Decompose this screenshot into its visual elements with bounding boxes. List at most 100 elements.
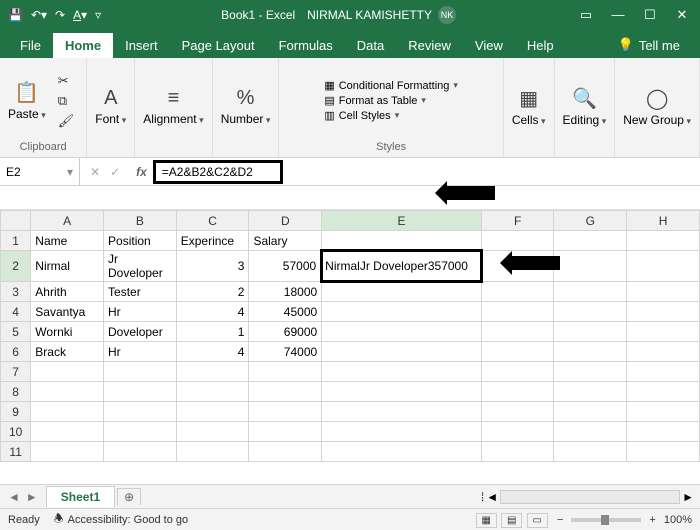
row-header-4[interactable]: 4 <box>1 302 31 322</box>
cell-C3[interactable]: 2 <box>176 282 249 302</box>
col-header-G[interactable]: G <box>554 211 627 231</box>
row-header-3[interactable]: 3 <box>1 282 31 302</box>
copy-icon[interactable]: ⧉ <box>58 93 75 109</box>
normal-view-icon[interactable]: ▦ <box>476 513 497 528</box>
row-header-5[interactable]: 5 <box>1 322 31 342</box>
format-painter-icon[interactable]: 🖌 <box>58 113 75 129</box>
row-header-1[interactable]: 1 <box>1 231 31 251</box>
sheet-nav-prev-icon[interactable]: ◄ <box>8 490 20 504</box>
user-initials-badge[interactable]: NK <box>438 6 456 24</box>
cancel-formula-icon[interactable]: ✕ <box>90 165 100 179</box>
cell-C6[interactable]: 4 <box>176 342 249 362</box>
zoom-out-icon[interactable]: − <box>557 514 563 526</box>
workbook-title: Book1 - Excel <box>221 8 307 22</box>
new-group-button[interactable]: ◯ New Group <box>623 86 691 127</box>
zoom-in-icon[interactable]: + <box>649 514 655 526</box>
undo-icon[interactable]: ↶▾ <box>31 8 47 22</box>
scroll-right-icon[interactable]: ► <box>682 490 694 504</box>
cell-B3[interactable]: Tester <box>104 282 177 302</box>
zoom-level[interactable]: 100% <box>664 514 692 526</box>
cells-icon: ▦ <box>519 86 538 111</box>
enter-formula-icon[interactable]: ✓ <box>110 165 120 179</box>
scroll-left-icon[interactable]: ◄ <box>486 490 498 504</box>
sheet-tab-1[interactable]: Sheet1 <box>46 486 115 507</box>
row-header-2[interactable]: 2 <box>1 251 31 282</box>
tab-home[interactable]: Home <box>53 33 113 58</box>
col-header-F[interactable]: F <box>481 211 554 231</box>
conditional-formatting[interactable]: ▦Conditional Formatting <box>324 79 458 92</box>
cell-B5[interactable]: Doveloper <box>104 322 177 342</box>
tab-review[interactable]: Review <box>396 33 463 58</box>
tab-help[interactable]: Help <box>515 33 566 58</box>
number-button[interactable]: % Number <box>221 87 271 126</box>
tab-file[interactable]: File <box>8 33 53 58</box>
cell-B4[interactable]: Hr <box>104 302 177 322</box>
paste-button[interactable]: 📋 Paste <box>8 80 46 121</box>
cell-C4[interactable]: 4 <box>176 302 249 322</box>
cell-A4[interactable]: Savantya <box>31 302 104 322</box>
tab-formulas[interactable]: Formulas <box>267 33 345 58</box>
cell-styles[interactable]: ▥Cell Styles <box>324 109 399 122</box>
minimize-icon[interactable]: — <box>608 7 628 23</box>
cell-D2[interactable]: 57000 <box>249 251 322 282</box>
cell-D4[interactable]: 45000 <box>249 302 322 322</box>
tab-insert[interactable]: Insert <box>113 33 170 58</box>
cell-B6[interactable]: Hr <box>104 342 177 362</box>
page-break-view-icon[interactable]: ▭ <box>527 513 548 528</box>
annotation-arrow-formula <box>445 186 495 200</box>
cut-icon[interactable]: ✂ <box>58 73 75 89</box>
cell-A1[interactable]: Name <box>31 231 104 251</box>
col-header-A[interactable]: A <box>31 211 104 231</box>
ribbon-options-icon[interactable]: ▭ <box>576 7 596 23</box>
page-layout-view-icon[interactable]: ▤ <box>501 513 522 528</box>
accessibility-status[interactable]: 🕭Accessibility: Good to go <box>54 510 188 529</box>
cell-C5[interactable]: 1 <box>176 322 249 342</box>
save-icon[interactable]: 💾 <box>8 8 23 22</box>
col-header-B[interactable]: B <box>104 211 177 231</box>
cell-E1[interactable] <box>322 231 482 251</box>
cell-A2[interactable]: Nirmal <box>31 251 104 282</box>
col-header-D[interactable]: D <box>249 211 322 231</box>
alignment-button[interactable]: ≡ Alignment <box>143 87 203 126</box>
zoom-slider[interactable] <box>571 518 641 522</box>
row-header-6[interactable]: 6 <box>1 342 31 362</box>
col-header-E[interactable]: E <box>322 211 482 231</box>
cell-A5[interactable]: Wornki <box>31 322 104 342</box>
editing-button[interactable]: 🔍 Editing <box>563 86 607 127</box>
cell-C1[interactable]: Experince <box>176 231 249 251</box>
col-header-H[interactable]: H <box>627 211 700 231</box>
fx-icon[interactable]: fx <box>130 165 153 179</box>
sheet-tabs: ◄► Sheet1 ⊕ ⁞ ◄ ► <box>0 484 700 508</box>
font-underline-icon[interactable]: A▾ <box>73 8 87 22</box>
tab-data[interactable]: Data <box>345 33 396 58</box>
add-sheet-button[interactable]: ⊕ <box>117 488 141 505</box>
cell-A6[interactable]: Brack <box>31 342 104 362</box>
spreadsheet-grid[interactable]: A B C D E F G H 1 Name Position Experinc… <box>0 210 700 462</box>
tell-me[interactable]: 💡Tell me <box>608 32 690 58</box>
qa-dropdown-icon[interactable]: ▿ <box>95 8 101 22</box>
col-header-C[interactable]: C <box>176 211 249 231</box>
formula-bar: E2▾ ✕ ✓ fx =A2&B2&C2&D2 <box>0 158 700 186</box>
horizontal-scrollbar[interactable] <box>500 490 680 504</box>
cell-D3[interactable]: 18000 <box>249 282 322 302</box>
sheet-nav-next-icon[interactable]: ► <box>26 490 38 504</box>
tab-page-layout[interactable]: Page Layout <box>170 33 267 58</box>
redo-icon[interactable]: ↷ <box>55 8 65 22</box>
maximize-icon[interactable]: ☐ <box>640 7 660 23</box>
cells-button[interactable]: ▦ Cells <box>512 86 546 127</box>
select-all-corner[interactable] <box>1 211 31 231</box>
cell-D6[interactable]: 74000 <box>249 342 322 362</box>
font-button[interactable]: A Font <box>95 87 126 126</box>
formula-input[interactable]: =A2&B2&C2&D2 <box>153 160 283 184</box>
cell-B1[interactable]: Position <box>104 231 177 251</box>
cell-B2[interactable]: Jr Doveloper <box>104 251 177 282</box>
tab-view[interactable]: View <box>463 33 515 58</box>
cell-E2-selected[interactable]: NirmalJr Doveloper357000 <box>322 251 482 282</box>
format-as-table[interactable]: ▤Format as Table <box>324 94 426 107</box>
name-box[interactable]: E2▾ <box>0 158 80 185</box>
cell-D5[interactable]: 69000 <box>249 322 322 342</box>
close-icon[interactable]: ✕ <box>672 7 692 23</box>
cell-C2[interactable]: 3 <box>176 251 249 282</box>
cell-A3[interactable]: Ahrith <box>31 282 104 302</box>
cell-D1[interactable]: Salary <box>249 231 322 251</box>
